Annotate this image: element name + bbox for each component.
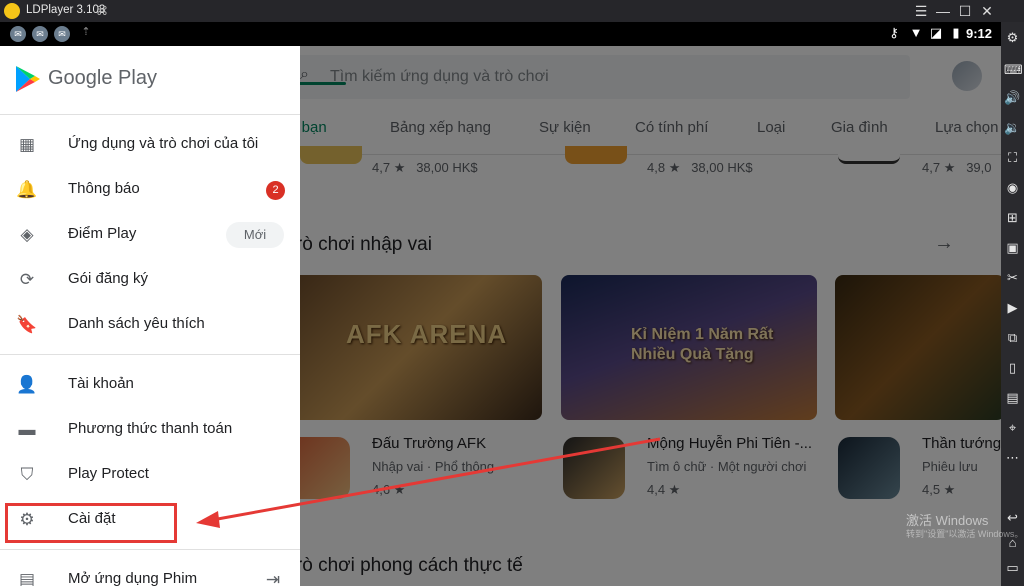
windows-activation-watermark-sub: 转到"设置"以激活 Windows。 xyxy=(906,529,1024,539)
shield-icon: ⛉ xyxy=(20,465,34,484)
back-icon[interactable]: ↩ xyxy=(1004,509,1021,526)
multi-instance-icon[interactable]: ⧉ xyxy=(1004,329,1021,346)
fullscreen-icon[interactable]: ⛶ xyxy=(1004,149,1021,166)
android-statusbar: ✉ ✉ ✉ ⇡ ⚷ ▼ ◪ ▮ 9:12 xyxy=(0,22,1001,46)
close-button[interactable]: ✕ xyxy=(976,1,998,21)
drawer-divider xyxy=(0,354,300,355)
shake-icon[interactable]: ▯ xyxy=(1004,359,1021,376)
bell-icon: 🔔 xyxy=(16,180,38,199)
wifi-icon: ▼ xyxy=(909,25,923,40)
card-icon: ▬ xyxy=(18,420,36,439)
emulator-sidebar: ⚙ ⌨ 🔊 🔉 ⛶ ◉ ⊞ ▣ ✂ ▶ ⧉ ▯ ▤ ⌖ ⋯ ↩ ⌂ ▭ xyxy=(1001,22,1024,586)
grid-icon: ▦ xyxy=(18,135,36,154)
new-badge: Mới xyxy=(226,222,284,248)
navigation-drawer: Google Play ▦ Ứng dụng và trò chơi của t… xyxy=(0,46,300,586)
screenshot-icon[interactable]: ▣ xyxy=(1004,239,1021,256)
drawer-item-label: Tài khoản xyxy=(68,375,134,392)
notification-count-badge: 2 xyxy=(266,181,285,200)
volume-down-icon[interactable]: 🔉 xyxy=(1004,119,1021,136)
drawer-item-label: Ứng dụng và trò chơi của tôi xyxy=(68,135,259,152)
restore-button[interactable]: ☐ xyxy=(954,1,976,21)
drawer-item-label: Điểm Play xyxy=(68,225,137,242)
drawer-item-payment-methods[interactable]: ▬ Phương thức thanh toán xyxy=(0,408,300,452)
sync-icon[interactable]: ▤ xyxy=(1004,389,1021,406)
emulator-titlebar: LDPlayer 3.103 ⌘ ☰ — ☐ ✕ xyxy=(0,0,1024,22)
google-play-logo-icon xyxy=(16,66,40,92)
drawer-item-label: Gói đăng ký xyxy=(68,270,149,287)
messenger-notification-icon: ✉ xyxy=(10,26,26,42)
battery-icon: ▮ xyxy=(952,25,960,40)
bookmark-icon: 🔖 xyxy=(16,315,38,334)
open-external-icon: ⇥ xyxy=(265,570,281,586)
refresh-icon: ⟳ xyxy=(19,270,35,289)
drawer-item-wishlist[interactable]: 🔖 Danh sách yêu thích xyxy=(0,303,300,347)
film-icon: ▤ xyxy=(18,570,36,586)
drawer-item-label: Phương thức thanh toán xyxy=(68,420,233,437)
drawer-item-account[interactable]: 👤 Tài khoản xyxy=(0,363,300,407)
drawer-item-label: Thông báo xyxy=(68,180,140,197)
drawer-item-my-apps[interactable]: ▦ Ứng dụng và trò chơi của tôi xyxy=(0,123,300,167)
usb-icon: ⇡ xyxy=(81,26,91,38)
drawer-brand: Google Play xyxy=(48,67,157,89)
drawer-divider xyxy=(0,114,300,115)
scrim-overlay[interactable] xyxy=(300,46,1001,586)
messenger-notification-icon: ✉ xyxy=(32,26,48,42)
drawer-item-subscriptions[interactable]: ⟳ Gói đăng ký xyxy=(0,258,300,302)
no-sim-icon: ◪ xyxy=(929,25,943,40)
messenger-notification-icon: ✉ xyxy=(54,26,70,42)
drawer-item-open-movies[interactable]: ▤ Mở ứng dụng Phim ⇥ xyxy=(0,558,300,586)
volume-up-icon[interactable]: 🔊 xyxy=(1004,89,1021,106)
recents-icon[interactable]: ▭ xyxy=(1004,559,1021,576)
video-icon[interactable]: ▶ xyxy=(1004,299,1021,316)
clock: 9:12 xyxy=(966,26,993,41)
settings-icon[interactable]: ⚙ xyxy=(1004,29,1021,46)
gamepad-icon[interactable]: ⌘ xyxy=(96,4,108,18)
android-screen: ⌕ Tìm kiếm ứng dụng và trò chơi Cho bạn … xyxy=(0,46,1001,586)
ldplayer-logo-icon xyxy=(4,3,20,19)
location-icon[interactable]: ⌖ xyxy=(1004,419,1021,436)
minimize-button[interactable]: — xyxy=(932,1,954,21)
drawer-item-label: Danh sách yêu thích xyxy=(68,315,205,332)
drawer-item-notifications[interactable]: 🔔 Thông báo 2 xyxy=(0,168,300,212)
drawer-item-label: Play Protect xyxy=(68,465,149,482)
menu-button[interactable]: ☰ xyxy=(910,1,932,21)
scissors-icon[interactable]: ✂ xyxy=(1004,269,1021,286)
person-icon: 👤 xyxy=(16,375,38,394)
drawer-item-label: Mở ứng dụng Phim xyxy=(68,570,198,586)
key-icon: ⚷ xyxy=(889,25,899,40)
add-apk-icon[interactable]: ⊞ xyxy=(1004,209,1021,226)
drawer-item-play-points[interactable]: ◈ Điểm Play Mới xyxy=(0,213,300,257)
drawer-item-play-protect[interactable]: ⛉ Play Protect xyxy=(0,453,300,497)
more-icon[interactable]: ⋯ xyxy=(1004,449,1021,466)
drawer-divider xyxy=(0,549,300,550)
record-icon[interactable]: ◉ xyxy=(1004,179,1021,196)
emulator-title: LDPlayer 3.103 xyxy=(26,4,106,16)
keyboard-icon[interactable]: ⌨ xyxy=(1004,61,1023,78)
diamond-icon: ◈ xyxy=(20,225,34,244)
settings-highlight-box xyxy=(5,503,177,543)
